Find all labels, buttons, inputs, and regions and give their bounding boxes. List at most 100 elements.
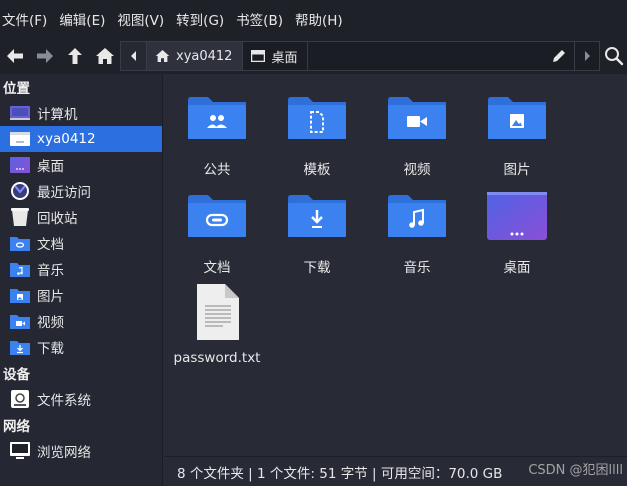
sidebar-item-browse-network[interactable]: 浏览网络 [0, 438, 162, 464]
home-folder-icon [10, 129, 30, 149]
toolbar: xya0412 桌面 [0, 38, 627, 74]
sidebar-item-filesystem[interactable]: 文件系统 [0, 386, 162, 412]
file-label: 视频 [403, 162, 431, 178]
file-label: 下载 [303, 260, 331, 276]
arrow-up-icon [68, 48, 82, 64]
file-label: password.txt [173, 350, 261, 366]
file-item-templates[interactable]: 模板 [267, 92, 367, 178]
sidebar-item-label: xya0412 [37, 131, 96, 147]
menu-file[interactable]: 文件(F) [0, 0, 55, 38]
documents-folder-icon [10, 233, 30, 253]
search-icon [604, 47, 623, 66]
menubar: 文件(F) 编辑(E) 视图(V) 转到(G) 书签(B) 帮助(H) [0, 0, 627, 38]
file-item-pictures[interactable]: 图片 [467, 92, 567, 178]
sidebar-item-documents[interactable]: 文档 [0, 230, 162, 256]
chevron-left-icon [130, 51, 136, 61]
sidebar-item-pictures[interactable]: 图片 [0, 282, 162, 308]
drive-icon [10, 389, 30, 409]
file-item-desktop[interactable]: 桌面 [467, 190, 567, 276]
location-bar[interactable]: xya0412 桌面 [120, 41, 600, 71]
arrow-left-icon [7, 49, 23, 63]
sidebar-item-label: 回收站 [37, 211, 78, 227]
home-button[interactable] [90, 40, 120, 72]
file-label: 文档 [203, 260, 231, 276]
sidebar-item-label: 下载 [37, 341, 64, 357]
sidebar-item-label: 浏览网络 [37, 445, 91, 461]
sidebar-item-label: 桌面 [37, 159, 64, 175]
up-button[interactable] [60, 40, 90, 72]
desktop-icon [251, 50, 266, 62]
sidebar-heading-network: 网络 [3, 419, 30, 435]
sidebar-item-label: 最近访问 [37, 185, 91, 201]
sidebar-item-downloads[interactable]: 下载 [0, 334, 162, 360]
documents-folder-icon [187, 190, 247, 242]
file-item-documents[interactable]: 文档 [167, 190, 267, 276]
file-item-videos[interactable]: 视频 [367, 92, 467, 178]
menu-edit[interactable]: 编辑(E) [55, 0, 113, 38]
pencil-icon[interactable] [552, 49, 566, 63]
sidebar-item-label: 文档 [37, 237, 64, 253]
file-item-password-txt[interactable]: password.txt [167, 282, 267, 366]
music-folder-icon [10, 259, 30, 279]
file-item-downloads[interactable]: 下载 [267, 190, 367, 276]
sidebar-item-trash[interactable]: 回收站 [0, 204, 162, 230]
recent-icon [10, 181, 30, 201]
back-button[interactable] [0, 40, 30, 72]
sidebar-item-desktop[interactable]: 桌面 [0, 152, 162, 178]
trash-icon [10, 207, 30, 227]
crumb-home[interactable]: xya0412 [147, 42, 244, 70]
sidebar-item-home[interactable]: xya0412 [0, 126, 162, 152]
sidebar-item-label: 视频 [37, 315, 64, 331]
sidebar-item-videos[interactable]: 视频 [0, 308, 162, 334]
file-view[interactable]: 公共 模板 视频 图片 文档 下载 音乐 桌面 password.txt [164, 74, 627, 456]
videos-folder-icon [387, 92, 447, 144]
desktop-folder-icon [487, 190, 547, 242]
file-label: 音乐 [403, 260, 431, 276]
search-button[interactable] [600, 38, 627, 74]
menu-go[interactable]: 转到(G) [172, 0, 232, 38]
menu-view[interactable]: 视图(V) [113, 0, 172, 38]
file-label: 模板 [303, 162, 331, 178]
sidebar-heading-devices: 设备 [3, 367, 30, 383]
file-label: 公共 [203, 162, 231, 178]
home-icon [155, 50, 170, 62]
computer-icon [10, 103, 30, 123]
sidebar-item-computer[interactable]: 计算机 [0, 100, 162, 126]
sidebar-item-label: 图片 [37, 289, 64, 305]
crumb-desktop-label: 桌面 [271, 50, 298, 66]
crumb-empty-area[interactable] [308, 42, 575, 70]
public-folder-icon [187, 92, 247, 144]
downloads-folder-icon [287, 190, 347, 242]
videos-folder-icon [10, 311, 30, 331]
sidebar-item-recent[interactable]: 最近访问 [0, 178, 162, 204]
arrow-right-icon [37, 49, 53, 63]
menu-help[interactable]: 帮助(H) [291, 0, 351, 38]
chevron-right-icon [585, 51, 590, 61]
file-label: 图片 [503, 162, 531, 178]
crumb-scroll-right-button[interactable] [575, 42, 599, 70]
sidebar-item-music[interactable]: 音乐 [0, 256, 162, 282]
desktop-icon [10, 155, 30, 175]
downloads-folder-icon [10, 337, 30, 357]
sidebar: 位置 计算机 xya0412 桌面 最近访问 回收站 文档 音乐 图片 视频 下… [0, 74, 163, 486]
file-item-music[interactable]: 音乐 [367, 190, 467, 276]
sidebar-heading-places: 位置 [3, 81, 30, 97]
sidebar-item-label: 计算机 [37, 107, 78, 123]
home-icon [96, 48, 114, 64]
file-item-public[interactable]: 公共 [167, 92, 267, 178]
text-file-icon [187, 282, 247, 342]
crumb-desktop[interactable]: 桌面 [243, 42, 309, 70]
status-text: 8 个文件夹 | 1 个文件: 51 字节 | 可用空间：70.0 GB [177, 465, 503, 482]
pictures-folder-icon [487, 92, 547, 144]
sidebar-item-label: 文件系统 [37, 393, 91, 409]
file-label: 桌面 [503, 260, 531, 276]
music-folder-icon [387, 190, 447, 242]
network-icon [10, 441, 30, 461]
pictures-folder-icon [10, 285, 30, 305]
watermark: CSDN @犯困llll [528, 463, 623, 478]
crumb-scroll-left-button[interactable] [121, 42, 147, 70]
sidebar-item-label: 音乐 [37, 263, 64, 279]
menu-bookmarks[interactable]: 书签(B) [232, 0, 291, 38]
forward-button[interactable] [30, 40, 60, 72]
templates-folder-icon [287, 92, 347, 144]
